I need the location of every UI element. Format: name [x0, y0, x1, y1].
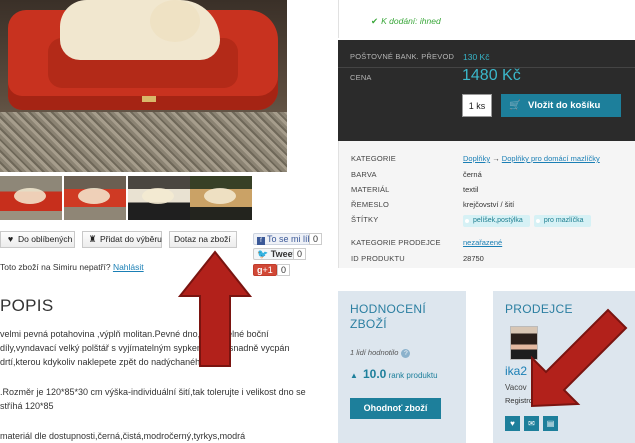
property-row: ŘEMESLO krejčovství / šití	[351, 200, 635, 214]
property-row: MATERIÁL textil	[351, 185, 635, 199]
property-key: ID PRODUKTU	[351, 254, 405, 263]
rank-info: ▲ 10.0 rank produktu	[350, 367, 438, 381]
product-properties: KATEGORIE Doplňky → Doplňky pro domácí m…	[338, 141, 635, 268]
category-link[interactable]: Doplňky	[463, 154, 490, 163]
property-key: KATEGORIE PRODEJCE	[351, 238, 441, 247]
add-to-cart-label: Vložit do košíku	[528, 100, 601, 111]
delivery-status: ✔ K dodání: ihned	[338, 0, 635, 38]
property-row: ID PRODUKTU 28750	[351, 254, 635, 268]
add-to-selection-button[interactable]: ♜ Přidat do výběru	[82, 231, 162, 248]
property-value: černá	[463, 170, 482, 179]
property-key: KATEGORIE	[351, 154, 397, 163]
annotation-arrow-left	[177, 250, 253, 367]
tweet-label: Tweet	[270, 249, 296, 259]
price-box: POŠTOVNÉ BANK. PŘEVOD 130 Kč CENA 1480 K…	[338, 40, 635, 141]
main-product-photo[interactable]	[0, 0, 287, 172]
tweet-count: 0	[293, 248, 307, 260]
property-row: ŠTÍTKY pelíšek,postýlka pro mazlíčka	[351, 215, 635, 229]
description-title: POPIS	[0, 296, 54, 315]
votes-text: 1 lidí hodnotilo	[350, 348, 399, 357]
rate-product-button[interactable]: Ohodnoť zboží	[350, 398, 441, 419]
heart-icon: ♥	[7, 234, 14, 244]
property-row: KATEGORIE Doplňky → Doplňky pro domácí m…	[351, 154, 635, 168]
gplus-count: 0	[277, 264, 291, 276]
seller-category-link[interactable]: nezařazené	[463, 238, 502, 247]
photo-dog-head	[150, 0, 200, 42]
report-link[interactable]: Nahlásit	[113, 262, 144, 272]
rank-label: rank produktu	[388, 371, 438, 380]
bank-transfer-price: 130 Kč	[463, 52, 490, 62]
add-to-cart-button[interactable]: 🛒 Vložit do košíku	[501, 94, 621, 117]
thumbnail[interactable]	[190, 176, 252, 220]
document-icon[interactable]: ▤	[543, 416, 558, 431]
property-row: KATEGORIE PRODEJCE nezařazené	[351, 238, 635, 252]
ask-question-button[interactable]: Dotaz na zboží	[169, 231, 237, 248]
report-text: Toto zboží na Simiru nepatří?	[0, 262, 111, 272]
rating-title: HODNOCENÍ ZBOŽÍ	[350, 302, 427, 331]
arrow-icon: →	[492, 154, 500, 163]
description-line: drtí,kterou kdykoliv naklepete zpět do n…	[0, 357, 206, 367]
facebook-icon: f	[257, 237, 265, 245]
delivery-text: K dodání: ihned	[381, 16, 441, 26]
thumbnail[interactable]	[128, 176, 190, 220]
user-icon: ♜	[88, 234, 97, 244]
property-key: ŘEMESLO	[351, 200, 390, 209]
product-id: 28750	[463, 254, 484, 263]
thumbs-up-icon: ▲	[350, 371, 358, 380]
help-icon[interactable]: ?	[401, 349, 411, 358]
annotation-arrow-right	[531, 308, 628, 408]
subcategory-link[interactable]: Doplňky pro domácí mazlíčky	[502, 154, 600, 163]
report-line: Toto zboží na Simiru nepatří? Nahlásit	[0, 262, 144, 272]
favorites-label: Do oblíbených	[18, 234, 73, 244]
photo-background	[0, 112, 287, 172]
description-line: materiál dle dostupnosti,černá,čistá,mod…	[0, 431, 246, 441]
property-value: krejčovství / šití	[463, 200, 515, 209]
message-icon[interactable]: ✉	[524, 416, 539, 431]
add-to-selection-label: Přidat do výběru	[100, 234, 162, 244]
ask-question-label: Dotaz na zboží	[174, 234, 231, 244]
tag-pill[interactable]: pelíšek,postýlka	[463, 215, 530, 227]
thumbnail[interactable]	[64, 176, 126, 220]
property-key: ŠTÍTKY	[351, 215, 379, 224]
heart-icon[interactable]: ♥	[505, 416, 520, 431]
cart-icon: 🛒	[509, 100, 521, 111]
gplus-label: +1	[262, 265, 273, 275]
favorites-button[interactable]: ♥ Do oblíbených	[0, 231, 75, 248]
property-key: MATERIÁL	[351, 185, 390, 194]
votes-info: 1 lidí hodnotilo?	[350, 348, 411, 358]
facebook-label: To se mi líbí	[267, 234, 316, 244]
price-value: 1480 Kč	[462, 67, 521, 84]
property-value: textil	[463, 185, 479, 194]
check-icon: ✔	[371, 16, 379, 26]
tag-pill[interactable]: pro mazlíčka	[533, 215, 591, 227]
photo-bed-label	[142, 96, 156, 102]
thumbnail[interactable]	[0, 176, 62, 220]
rank-value: 10.0	[363, 367, 387, 381]
rating-panel: HODNOCENÍ ZBOŽÍ 1 lidí hodnotilo? ▲ 10.0 …	[338, 291, 466, 443]
property-row: BARVA černá	[351, 170, 635, 184]
description-line: stříhá 120*85	[0, 401, 54, 411]
price-label: CENA	[350, 73, 372, 82]
property-key: BARVA	[351, 170, 377, 179]
facebook-count: 0	[309, 233, 323, 245]
bank-transfer-label: POŠTOVNÉ BANK. PŘEVOD	[350, 52, 455, 61]
quantity-input[interactable]: 1 ks	[462, 94, 492, 117]
